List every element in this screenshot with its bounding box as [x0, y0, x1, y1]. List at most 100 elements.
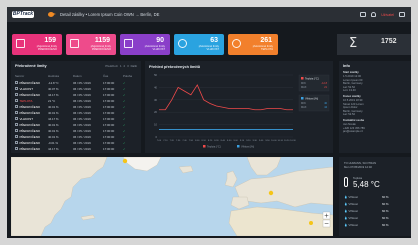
- row-date: 06 / 05 / 2019: [73, 92, 91, 97]
- settings-icon[interactable]: [399, 12, 405, 17]
- top-actions: Uživatel: [360, 12, 405, 17]
- page-title: Detail zásilky • Lorem Ipsum Coin OWN → …: [60, 12, 160, 17]
- info-panel: Info Start zásilky 1.5.2019 12:00 Lorem Ip…: [339, 61, 411, 153]
- table-row[interactable]: PŘEKROČENO 44.17 % 06 / 05 / 2019 17:00:00 ✓: [15, 146, 139, 152]
- x-tick-label: 7:50: [189, 140, 194, 142]
- x-tick-label: 9:30: [253, 140, 258, 142]
- weather-row-value: 60 %: [382, 195, 389, 199]
- world-map[interactable]: + −: [11, 157, 333, 236]
- column-header[interactable]: Poloha: [123, 74, 137, 78]
- table-row[interactable]: PŘEKROČENO 40.01 % 06 / 05 / 2019 17:00:00 ✓: [15, 110, 139, 116]
- row-value: 40.01 %: [48, 110, 59, 115]
- table-row[interactable]: PŘEKROČENO 40.01 % 06 / 05 / 2019 17:00:00 ✓: [15, 122, 139, 128]
- sensor-name: PŘEKROČENO: [19, 104, 41, 109]
- row-sensor-cell: TEPLOTA: [15, 99, 48, 103]
- status-card[interactable]: 1159 překročené limity PŘEKROČENO: [66, 34, 116, 55]
- status-card[interactable]: 63 překročené limity VLHKOST: [174, 34, 224, 55]
- row-checkbox[interactable]: [15, 99, 18, 103]
- row-value: 21 °C: [48, 98, 56, 103]
- card-icon: [16, 39, 25, 48]
- row-checkbox[interactable]: [15, 123, 18, 127]
- status-card[interactable]: 90 překročené limity VLHKOST: [120, 34, 170, 55]
- column-header[interactable]: Hodnota: [48, 74, 73, 78]
- row-checkbox[interactable]: [15, 129, 18, 133]
- thermometer-icon: [344, 177, 348, 187]
- legend-series-name: Vlhkost [%]: [305, 96, 318, 100]
- row-date: 06 / 05 / 2019: [73, 104, 91, 109]
- card-icon: [232, 39, 241, 48]
- table-row[interactable]: PŘEKROČENO 44.17 % 06 / 05 / 2019 17:00:00 ✓: [15, 92, 139, 98]
- sensor-name: PŘEKROČENO: [19, 146, 41, 151]
- user-menu[interactable]: Uživatel: [381, 13, 394, 17]
- info-line: Lon: 13.40: [343, 89, 356, 93]
- column-header[interactable]: Čas: [103, 74, 123, 78]
- row-sensor-cell: PŘEKROČENO: [15, 129, 48, 133]
- row-sensor-cell: PŘEKROČENO: [15, 93, 48, 97]
- row-checkbox[interactable]: [15, 141, 18, 145]
- column-header[interactable]: Datum: [73, 74, 103, 78]
- filter-icon[interactable]: [360, 12, 367, 17]
- x-tick-label: 9:00: [233, 140, 238, 142]
- table-row[interactable]: TEPLOTA 21 °C 06 / 05 / 2019 17:00:00 ✓: [15, 98, 139, 104]
- pagination-item[interactable]: 3: [127, 64, 129, 68]
- x-tick-label: 8:10: [202, 140, 207, 142]
- table-row[interactable]: VLHKOST 44.17 % 06 / 05 / 2019 17:00:00 ✓: [15, 116, 139, 122]
- info-title: Info: [343, 64, 350, 68]
- sensor-name: PŘEKROČENO: [19, 128, 41, 133]
- map-view[interactable]: + −: [11, 157, 333, 236]
- x-tick-label: 7:30: [176, 140, 181, 142]
- card-label: překročené limity TEPLOTA: [252, 45, 273, 52]
- table-row[interactable]: PŘEKROČENO 40.01 % 06 / 05 / 2019 17:00:00 ✓: [15, 134, 139, 140]
- location-check-icon: ✓: [123, 110, 126, 115]
- row-checkbox[interactable]: [15, 147, 18, 151]
- row-sensor-cell: VLHKOST: [15, 87, 48, 91]
- table-row[interactable]: PŘEKROČENO -12.8 °C 06 / 05 / 2019 17:00:00…: [15, 80, 139, 86]
- row-checkbox[interactable]: [15, 81, 18, 85]
- weather-row-label: 💧 Vlhkost: [344, 223, 358, 227]
- row-sensor-cell: PŘEKROČENO: [15, 147, 48, 151]
- pagination-item[interactable]: 1: [120, 64, 122, 68]
- card-icon: [70, 39, 79, 48]
- row-checkbox[interactable]: [15, 105, 18, 109]
- pagination-item[interactable]: 2: [124, 64, 126, 68]
- card-label: překročené limity VLHKOST: [198, 45, 219, 52]
- pagination-item[interactable]: Další: [131, 64, 137, 68]
- pagination-item[interactable]: Předchozí: [105, 64, 118, 68]
- row-checkbox[interactable]: [15, 135, 18, 139]
- chart-title: Přehled překročených limitů: [149, 65, 201, 69]
- row-time: 17:00:00: [103, 98, 115, 103]
- row-value: 44.17 %: [48, 116, 59, 121]
- temperature-value: 5,48 °C: [353, 180, 380, 189]
- legend-series-name: Teplota [°C]: [305, 76, 319, 80]
- bottom-legend-swatch: [203, 145, 206, 148]
- shipment-marker[interactable]: [268, 190, 274, 196]
- column-header[interactable]: Senzor: [15, 74, 48, 78]
- table-row[interactable]: PŘEKROČENO 40.01 % 06 / 05 / 2019 17:00:00 ✓: [15, 128, 139, 134]
- notification-icon[interactable]: [371, 12, 377, 17]
- table-row[interactable]: PŘEKROČENO -0.01 % 06 / 05 / 2019 17:00:00 ✓: [15, 140, 139, 146]
- status-card[interactable]: 261 překročené limity TEPLOTA: [228, 34, 278, 55]
- card-count: 261: [260, 37, 272, 44]
- shipment-marker[interactable]: [309, 221, 313, 225]
- legend-stat-label: MIN: [301, 82, 306, 85]
- row-time: 17:00:00: [103, 86, 115, 91]
- row-checkbox[interactable]: [15, 111, 18, 115]
- row-date: 06 / 05 / 2019: [73, 122, 91, 127]
- table-row[interactable]: PŘEKROČENO 40.01 % 06 / 05 / 2019 17:00:00 ✓: [15, 104, 139, 110]
- x-tick-label: 7:20: [170, 140, 175, 142]
- row-checkbox[interactable]: [15, 117, 18, 121]
- location-check-icon: ✓: [123, 98, 126, 103]
- row-checkbox[interactable]: [15, 93, 18, 97]
- row-date: 06 / 05 / 2019: [73, 98, 91, 103]
- app-logo[interactable]: BPTrack: [12, 11, 34, 18]
- exceeded-limits-panel: Překročené limity Předchozí 1 2 3 Další Senz…: [11, 61, 141, 153]
- legend-stat-value: -12.8: [321, 82, 327, 85]
- y-tick-label: 50: [154, 73, 157, 77]
- x-tick-label: 9:20: [246, 140, 251, 142]
- table-row[interactable]: VLHKOST 40.07 % 06 / 05 / 2019 17:00:00 ✓: [15, 86, 139, 92]
- summary-box: Σ 1752: [337, 34, 411, 55]
- weather-row-value: 60 %: [382, 216, 389, 220]
- shipment-marker[interactable]: [122, 158, 128, 164]
- row-checkbox[interactable]: [15, 87, 18, 91]
- status-card[interactable]: 159 překročené limity PŘEKROČENO: [12, 34, 62, 55]
